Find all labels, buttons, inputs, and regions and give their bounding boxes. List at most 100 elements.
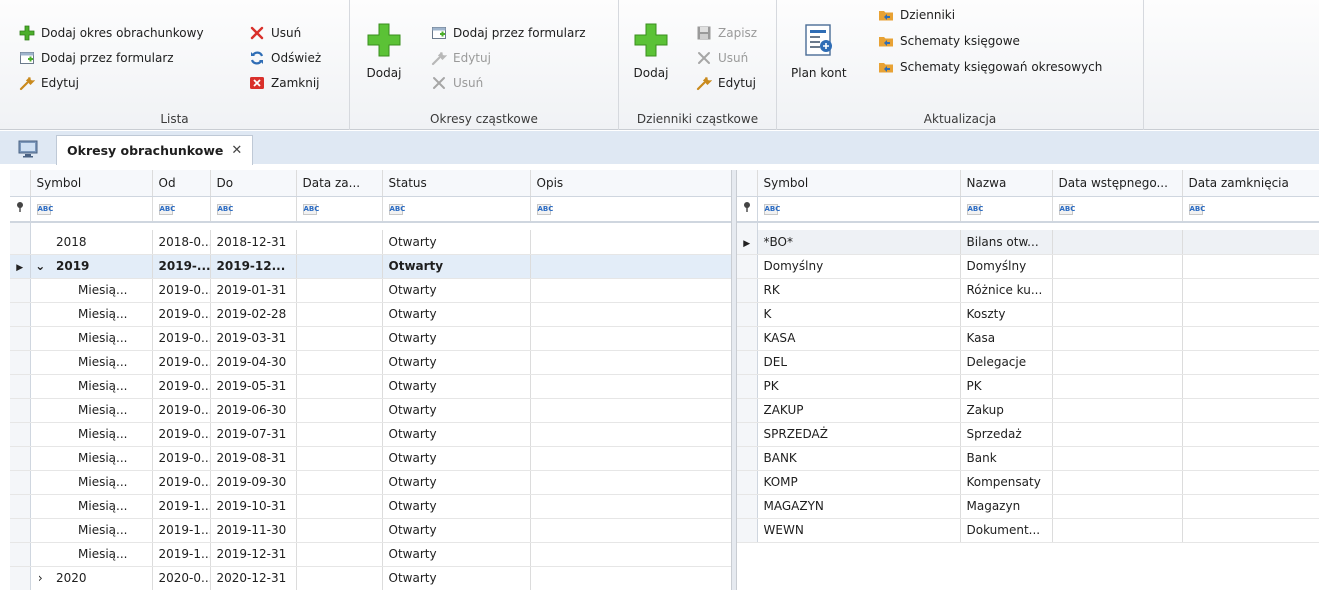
add-period-button[interactable]: Dodaj okres obrachunkowy	[18, 22, 204, 44]
table-row[interactable]: KOMP Kompensaty	[737, 470, 1319, 495]
table-row[interactable]: K Koszty	[737, 302, 1319, 327]
cell-nazwa[interactable]: PK	[960, 374, 1053, 399]
cell-data-za[interactable]	[296, 230, 383, 255]
column-header-do[interactable]: Do	[210, 170, 297, 197]
cell-opis[interactable]	[530, 254, 731, 279]
cell-status[interactable]: Otwarty	[382, 566, 531, 590]
cell-od[interactable]: 2019-0...	[152, 374, 211, 399]
cell-od[interactable]: 2019-0...	[152, 326, 211, 351]
cell-data-za[interactable]	[296, 326, 383, 351]
cell-do[interactable]: 2019-07-31	[210, 422, 297, 447]
cell-data-za[interactable]	[296, 566, 383, 590]
cell-data-za[interactable]	[296, 254, 383, 279]
table-row[interactable]: Miesią... 2019-0... 2019-05-31 Otwarty	[10, 374, 731, 399]
cell-symbol[interactable]: Miesią...	[50, 278, 153, 303]
cell-symbol[interactable]: Miesią...	[50, 542, 153, 567]
cell-od[interactable]: 2019-0...	[152, 446, 211, 471]
table-row[interactable]: DEL Delegacje	[737, 350, 1319, 375]
dzienniki-update-button[interactable]: Dzienniki	[877, 4, 955, 26]
cell-nazwa[interactable]: Bank	[960, 446, 1053, 471]
cell-nazwa[interactable]: Delegacje	[960, 350, 1053, 375]
cell-do[interactable]: 2019-12-31	[210, 542, 297, 567]
cell-data-za[interactable]	[296, 302, 383, 327]
cell-status[interactable]: Otwarty	[382, 398, 531, 423]
table-row[interactable]: PK PK	[737, 374, 1319, 399]
cell-opis[interactable]	[530, 230, 731, 255]
filter-cell-status[interactable]: ABC	[382, 196, 531, 223]
cell-do[interactable]: 2019-08-31	[210, 446, 297, 471]
filter-cell-do[interactable]: ABC	[210, 196, 297, 223]
cell-opis[interactable]	[530, 542, 731, 567]
cell-status[interactable]: Otwarty	[382, 254, 531, 279]
cell-od[interactable]: 2019-0...	[152, 278, 211, 303]
column-header-nazwa[interactable]: Nazwa	[960, 170, 1053, 197]
cell-status[interactable]: Otwarty	[382, 374, 531, 399]
table-row[interactable]: Miesią... 2019-0... 2019-06-30 Otwarty	[10, 398, 731, 423]
cell-data-zamkniecia[interactable]	[1182, 278, 1319, 303]
cell-od[interactable]: 2019-0...	[152, 302, 211, 327]
table-row[interactable]: Miesią... 2019-0... 2019-07-31 Otwarty	[10, 422, 731, 447]
cell-symbol[interactable]: Miesią...	[50, 326, 153, 351]
cell-data-za[interactable]	[296, 374, 383, 399]
cell-opis[interactable]	[530, 350, 731, 375]
filter-pin-icon[interactable]	[10, 196, 31, 223]
plan-kont-button[interactable]: Plan kont	[791, 20, 847, 80]
cell-symbol[interactable]: K	[757, 302, 961, 327]
filter-cell-data-wst[interactable]: ABC	[1052, 196, 1183, 223]
cell-opis[interactable]	[530, 494, 731, 519]
cell-symbol[interactable]: KASA	[757, 326, 961, 351]
cell-symbol[interactable]: Domyślny	[757, 254, 961, 279]
cell-nazwa[interactable]: Kasa	[960, 326, 1053, 351]
cell-od[interactable]: 2019-0...	[152, 470, 211, 495]
table-row[interactable]: Miesią... 2019-0... 2019-03-31 Otwarty	[10, 326, 731, 351]
schematy-update-button[interactable]: Schematy księgowe	[877, 30, 1020, 52]
cell-nazwa[interactable]: Magazyn	[960, 494, 1053, 519]
filter-cell-symbol[interactable]: ABC	[757, 196, 961, 223]
okresy-add-button[interactable]: Dodaj	[364, 20, 404, 80]
cell-symbol[interactable]: Miesią...	[50, 374, 153, 399]
cell-data-za[interactable]	[296, 542, 383, 567]
cell-do[interactable]: 2019-02-28	[210, 302, 297, 327]
cell-od[interactable]: 2019-0...	[152, 398, 211, 423]
cell-data-wstepnego[interactable]	[1052, 254, 1183, 279]
cell-opis[interactable]	[530, 470, 731, 495]
cell-symbol[interactable]: Miesią...	[50, 494, 153, 519]
table-row[interactable]: RK Różnice ku...	[737, 278, 1319, 303]
cell-opis[interactable]	[530, 302, 731, 327]
dzienniki-save-button[interactable]: Zapisz	[695, 22, 757, 44]
cell-opis[interactable]	[530, 374, 731, 399]
cell-data-za[interactable]	[296, 446, 383, 471]
cell-opis[interactable]	[530, 446, 731, 471]
cell-status[interactable]: Otwarty	[382, 470, 531, 495]
column-header-symbol[interactable]: Symbol	[30, 170, 153, 197]
cell-data-za[interactable]	[296, 470, 383, 495]
close-tab-icon[interactable]: ✕	[231, 143, 242, 158]
cell-data-za[interactable]	[296, 350, 383, 375]
cell-do[interactable]: 2019-01-31	[210, 278, 297, 303]
cell-data-wstepnego[interactable]	[1052, 470, 1183, 495]
delete-button[interactable]: Usuń	[248, 22, 301, 44]
cell-opis[interactable]	[530, 398, 731, 423]
cell-status[interactable]: Otwarty	[382, 518, 531, 543]
cell-nazwa[interactable]: Bilans otw...	[960, 230, 1053, 255]
cell-do[interactable]: 2019-12...	[210, 254, 297, 279]
cell-symbol[interactable]: DEL	[757, 350, 961, 375]
cell-do[interactable]: 2019-05-31	[210, 374, 297, 399]
cell-symbol[interactable]: Miesią...	[50, 350, 153, 375]
expand-chevron-icon[interactable]: ›	[30, 566, 50, 590]
table-row[interactable]: SPRZEDAŻ Sprzedaż	[737, 422, 1319, 447]
cell-data-wstepnego[interactable]	[1052, 230, 1183, 255]
cell-data-zamkniecia[interactable]	[1182, 374, 1319, 399]
cell-data-wstepnego[interactable]	[1052, 278, 1183, 303]
cell-symbol[interactable]: Miesią...	[50, 518, 153, 543]
cell-do[interactable]: 2019-03-31	[210, 326, 297, 351]
cell-symbol[interactable]: BANK	[757, 446, 961, 471]
cell-nazwa[interactable]: Domyślny	[960, 254, 1053, 279]
filter-cell-od[interactable]: ABC	[152, 196, 211, 223]
table-row[interactable]: BANK Bank	[737, 446, 1319, 471]
dzienniki-add-button[interactable]: Dodaj	[631, 20, 671, 80]
cell-data-wstepnego[interactable]	[1052, 374, 1183, 399]
tab-okresy-obrachunkowe[interactable]: Okresy obrachunkowe ✕	[56, 135, 254, 165]
dzienniki-delete-button[interactable]: Usuń	[695, 47, 748, 69]
cell-do[interactable]: 2019-10-31	[210, 494, 297, 519]
